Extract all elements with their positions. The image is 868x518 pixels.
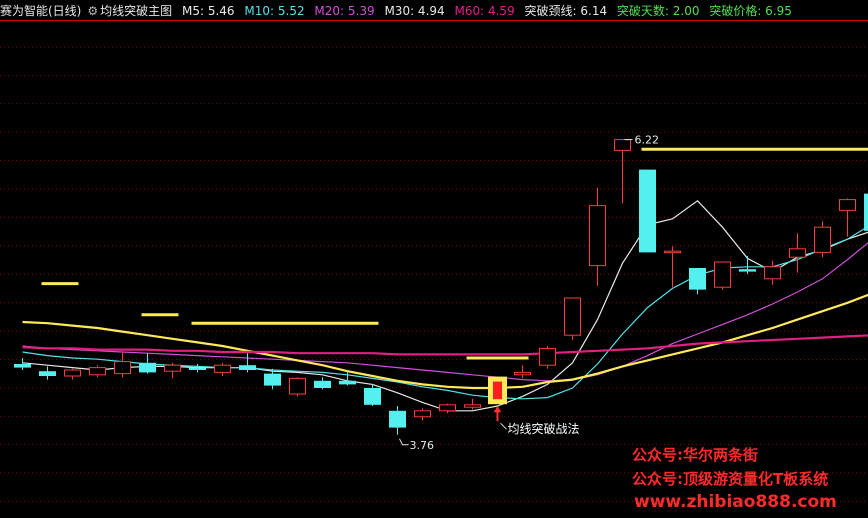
stock-title: 赛为智能(日线) — [0, 4, 82, 18]
high-price-label: 6.22 — [635, 134, 660, 147]
candle-body-down — [314, 380, 331, 388]
candle-body-up — [439, 404, 456, 412]
candle-body-up — [564, 297, 581, 336]
candle-body-down — [14, 364, 31, 368]
candle-body-down — [389, 410, 406, 428]
candle-body-down — [239, 365, 256, 370]
moving-average-lines — [22, 200, 868, 412]
candle-body-down — [339, 380, 356, 385]
candle-body-up — [764, 266, 781, 280]
days-value: 突破天数: 2.00 — [616, 4, 700, 18]
grid-lines — [0, 20, 868, 502]
price-value: 突破价格: 6.95 — [709, 4, 792, 18]
signal-label: 均线突破战法 — [508, 421, 580, 436]
candle-body-down — [364, 388, 381, 405]
candle-body-up — [414, 410, 431, 418]
indicator-gear-icon[interactable]: ⚙ — [87, 4, 98, 18]
candle-body-up — [114, 361, 131, 375]
ma-line-m20 — [22, 242, 868, 382]
candle-body-down — [189, 367, 206, 370]
m5-value: M5: 5.46 — [181, 4, 235, 18]
candle-body-up — [64, 369, 81, 377]
candle-body-up — [814, 226, 831, 253]
m60-value: M60: 4.59 — [454, 4, 515, 18]
chart-header: 赛为智能(日线) ⚙ 均线突破主图 M5: 5.46 M10: 5.52 M20: … — [0, 2, 798, 20]
annotations: 6.22 3.76 均线突破战法 — [399, 134, 660, 452]
watermark-line-3: www.zhibiao888.com — [634, 492, 837, 512]
candle-body-up — [789, 248, 806, 258]
candle-body-down — [739, 269, 756, 272]
signal-pointer — [500, 422, 507, 430]
m10-value: M10: 5.52 — [244, 4, 305, 18]
candle-body-up — [464, 404, 481, 408]
m30-value: M30: 4.94 — [384, 4, 445, 18]
candle-body-down — [639, 169, 656, 253]
candle-body-up — [289, 377, 306, 395]
candle-body-up — [164, 364, 181, 372]
neck-value: 突破颈线: 6.14 — [524, 4, 608, 18]
ma-line-m5 — [22, 200, 868, 412]
candlestick-chart[interactable]: 6.22 3.76 均线突破战法 — [0, 0, 868, 518]
candle-body-up — [664, 250, 681, 254]
candle-body-up — [539, 347, 556, 366]
watermark-line-1: 公众号:华尔两条街 — [632, 446, 758, 464]
watermark-line-2: 公众号:顶级游资量化T板系统 — [632, 470, 829, 488]
candles — [14, 139, 868, 435]
candle-body-down — [864, 193, 868, 231]
candle-body-down — [139, 362, 156, 373]
candle-body-up — [714, 261, 731, 288]
m20-value: M20: 5.39 — [314, 4, 375, 18]
candle-body-up — [214, 364, 231, 373]
low-price-label: 3.76 — [410, 439, 435, 452]
candle-body-down — [39, 371, 56, 376]
candle-body-up — [589, 205, 606, 267]
candle-body-down — [264, 373, 281, 386]
candle-body-up — [839, 199, 856, 211]
candle-body-up — [614, 139, 631, 151]
candle-body-up — [89, 367, 106, 376]
candle-body-down — [689, 268, 706, 290]
signal-marker — [493, 381, 502, 400]
low-pointer — [399, 438, 409, 446]
candle-body-up — [514, 371, 531, 376]
indicator-name[interactable]: 均线突破主图 — [100, 4, 172, 18]
